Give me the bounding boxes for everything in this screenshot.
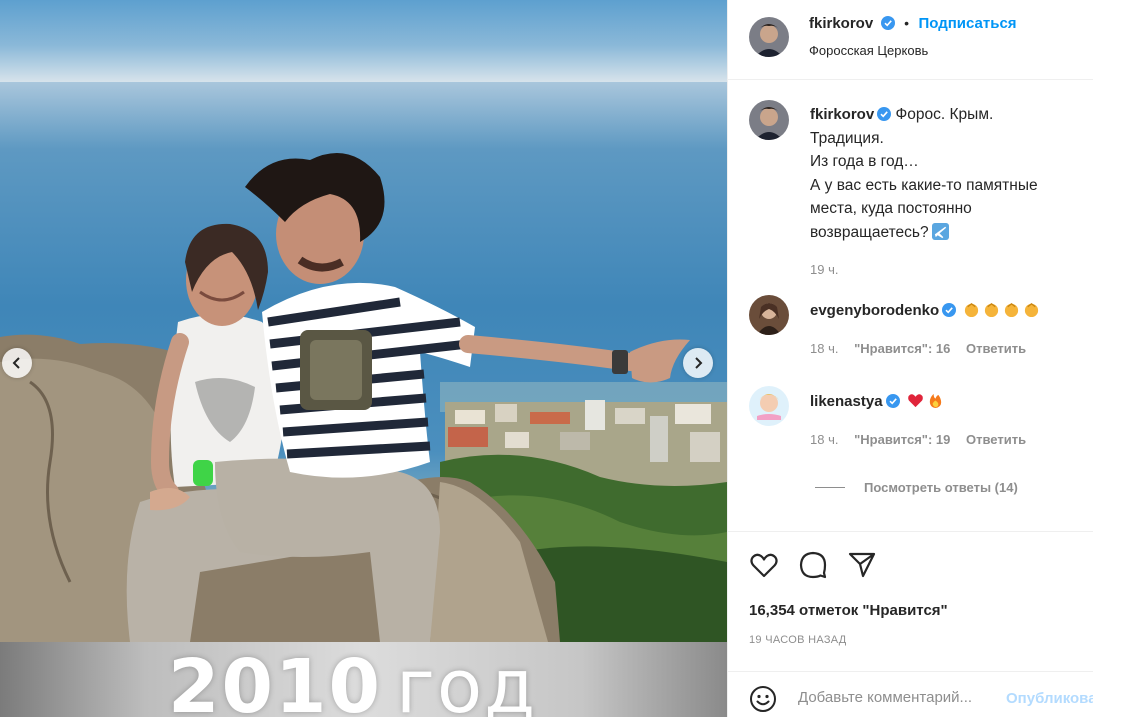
comment-meta: 18 ч. "Нравится": 16 Ответить	[810, 341, 1038, 356]
previous-photo-button[interactable]	[2, 348, 32, 378]
post-photo[interactable]	[0, 82, 727, 642]
comment-input[interactable]	[798, 689, 1003, 706]
post-header: fkirkorov • Подписаться Форосская Церков…	[728, 0, 1094, 80]
verified-badge-icon	[880, 16, 895, 30]
photo-year-caption: 2010 год	[168, 644, 537, 717]
post-actions: 16,354 отметок "Нравится" 19 ЧАСОВ НАЗАД	[728, 531, 1094, 671]
photo-caption-strip: 2010 год	[0, 642, 727, 717]
add-comment-bar: Опубликовать	[728, 671, 1094, 717]
author-username[interactable]: fkirkorov	[809, 15, 873, 32]
verified-badge-icon	[942, 303, 957, 317]
caption-word: год	[395, 644, 538, 717]
likes-count[interactable]: 16,354 отметок "Нравится"	[749, 602, 948, 619]
clapping-hands-emoji	[965, 303, 979, 318]
photo-top-sky	[0, 0, 727, 82]
verified-badge-icon	[877, 107, 892, 121]
caption-line-5: места, куда постоянно	[810, 200, 972, 217]
smile-icon[interactable]	[749, 685, 777, 713]
clapping-hands-emoji	[985, 303, 999, 318]
caption-username[interactable]: fkirkorov	[810, 106, 874, 123]
share-icon	[848, 552, 876, 578]
post-media: 2010 год	[0, 0, 727, 717]
commenter-avatar[interactable]	[749, 295, 789, 335]
share-button[interactable]	[847, 550, 877, 580]
post-details-panel: fkirkorov • Подписаться Форосская Церков…	[727, 0, 1094, 717]
comment-time[interactable]: 18 ч.	[810, 341, 838, 356]
comment-time[interactable]: 18 ч.	[810, 432, 838, 447]
view-replies-label: Посмотреть ответы (14)	[864, 480, 1018, 495]
separator-dot: •	[904, 15, 910, 31]
comment-likes[interactable]: "Нравится": 16	[854, 341, 950, 356]
chevron-left-icon	[12, 357, 20, 369]
page-right-margin	[1093, 0, 1121, 717]
chevron-right-icon	[695, 357, 703, 369]
header-title-line: fkirkorov • Подписаться	[809, 15, 1017, 33]
caption-line-6-wrap: возвращаетесь?	[810, 221, 1078, 245]
caption-line-3: Из года в год…	[810, 153, 919, 170]
comment-username[interactable]: likenastya	[810, 393, 883, 410]
post-time[interactable]: 19 ЧАСОВ НАЗАД	[749, 634, 847, 646]
caption-line-2: Традиция.	[810, 129, 884, 147]
comment-reply-button[interactable]: Ответить	[966, 341, 1026, 356]
comment-body: likenastya	[810, 392, 944, 410]
comment-button[interactable]	[798, 550, 828, 580]
like-button[interactable]	[749, 550, 779, 580]
clapping-hands-emoji	[1005, 303, 1019, 318]
photo-illustration	[0, 152, 727, 642]
comment-reply-button[interactable]: Ответить	[966, 432, 1026, 447]
comment-likes[interactable]: "Нравится": 19	[854, 432, 950, 447]
comments-section[interactable]: fkirkorov Форос. Крым. Традиция. Из года…	[728, 81, 1094, 531]
caption-line-6: возвращаетесь?	[810, 223, 929, 241]
caption-line-4: А у вас есть какие-то памятные	[810, 176, 1038, 194]
caption-year: 2010	[168, 644, 382, 717]
caption-text: fkirkorov Форос. Крым. Традиция. Из года…	[810, 103, 1078, 282]
caption-line: fkirkorov Форос. Крым.	[810, 103, 1078, 127]
caption-line-1: Форос. Крым.	[895, 106, 994, 123]
verified-badge-icon	[885, 394, 900, 408]
post-location[interactable]: Форосская Церковь	[809, 43, 928, 58]
follow-button[interactable]: Подписаться	[918, 15, 1016, 32]
caption-author-avatar[interactable]	[749, 100, 789, 140]
commenter-avatar[interactable]	[749, 386, 789, 426]
red-heart-emoji	[907, 394, 923, 408]
comment-body: evgenyborodenko	[810, 301, 1040, 319]
heart-icon	[750, 553, 778, 578]
publish-button[interactable]: Опубликовать	[1006, 690, 1094, 707]
comment-icon	[799, 551, 827, 579]
author-avatar[interactable]	[749, 17, 789, 57]
airplane-emoji	[931, 222, 949, 240]
caption-time[interactable]: 19 ч.	[810, 258, 1078, 282]
comment-username[interactable]: evgenyborodenko	[810, 302, 939, 319]
next-photo-button[interactable]	[683, 348, 713, 378]
comment-meta: 18 ч. "Нравится": 19 Ответить	[810, 432, 1038, 447]
fire-emoji	[929, 393, 941, 409]
clapping-hands-emoji	[1025, 303, 1039, 318]
replies-divider	[815, 487, 845, 488]
view-replies-button[interactable]: Посмотреть ответы (14)	[815, 480, 1018, 495]
